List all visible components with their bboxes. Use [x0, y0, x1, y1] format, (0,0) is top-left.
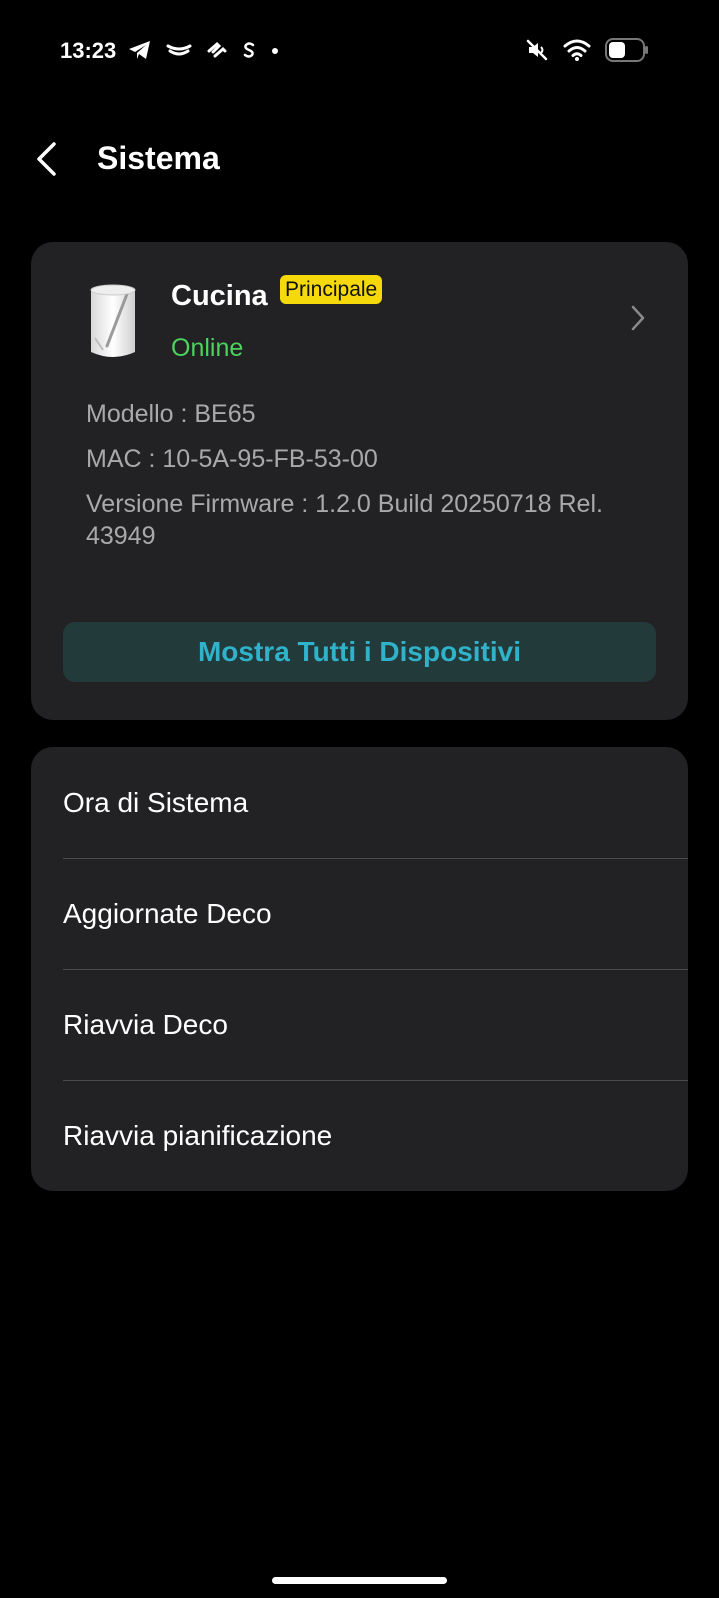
device-mac: MAC : 10-5A-95-FB-53-00	[86, 445, 378, 473]
app-notification-icon	[166, 42, 192, 63]
battery-icon	[605, 37, 649, 67]
show-all-devices-button[interactable]: Mostra Tutti i Dispositivi	[63, 622, 656, 682]
update-deco-item[interactable]: Aggiornate Deco	[63, 858, 688, 969]
system-icons	[525, 37, 649, 67]
telegram-icon	[128, 39, 152, 66]
back-arrow-icon	[37, 142, 56, 176]
settings-list: Ora di Sistema Aggiornate Deco Riavvia D…	[31, 747, 688, 1191]
home-indicator[interactable]	[272, 1577, 447, 1584]
device-status: Online	[171, 334, 244, 362]
mute-icon	[525, 38, 549, 67]
device-card[interactable]: Cucina Principale Online Modello : BE65 …	[31, 242, 688, 720]
reboot-deco-item[interactable]: Riavvia Deco	[63, 969, 688, 1080]
reboot-schedule-item[interactable]: Riavvia pianificazione	[63, 1080, 688, 1191]
notification-icons	[128, 38, 280, 66]
device-name: Cucina	[171, 280, 268, 312]
primary-badge: Principale	[280, 275, 383, 304]
back-button[interactable]	[26, 134, 66, 184]
app-notification-icon	[206, 41, 228, 64]
system-time-item[interactable]: Ora di Sistema	[63, 747, 688, 858]
s-app-icon	[242, 41, 256, 64]
device-info: Modello : BE65 MAC : 10-5A-95-FB-53-00 V…	[86, 398, 646, 565]
chevron-right-icon	[626, 302, 650, 334]
device-model: Modello : BE65	[86, 400, 256, 428]
status-bar: 13:23	[0, 0, 719, 100]
app-header: Sistema	[0, 110, 719, 210]
dot-icon	[270, 43, 280, 61]
device-firmware: Versione Firmware : 1.2.0 Build 20250718…	[86, 490, 603, 550]
wifi-icon	[563, 39, 591, 66]
page-title: Sistema	[97, 140, 220, 176]
deco-device-icon	[83, 280, 143, 362]
status-time: 13:23	[60, 38, 117, 63]
